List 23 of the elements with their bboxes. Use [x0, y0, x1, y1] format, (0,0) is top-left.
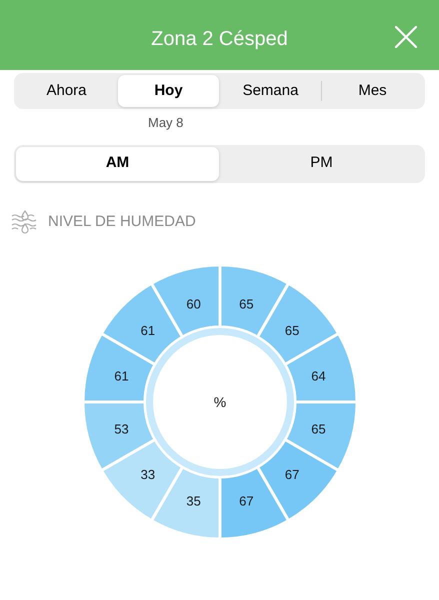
- section-title: NIVEL DE HUMEDAD: [48, 212, 196, 232]
- segment-value: 65: [311, 420, 326, 436]
- unit-label: %: [214, 394, 226, 410]
- segment-value: 67: [239, 493, 254, 508]
- segment-value: 33: [140, 466, 156, 482]
- segment-value: 61: [140, 322, 156, 338]
- segment-value: 67: [284, 466, 300, 482]
- segment-value: 53: [114, 420, 129, 436]
- segment-value: 35: [186, 493, 201, 508]
- segment-tab[interactable]: Ahora: [16, 75, 117, 107]
- segment-tab[interactable]: Mes: [322, 75, 423, 107]
- segment-value: 65: [239, 296, 254, 311]
- segment-value: 65: [284, 322, 300, 338]
- segment-value: 61: [114, 368, 129, 384]
- date-label: May 8: [148, 114, 184, 132]
- segment-tab[interactable]: Hoy: [118, 75, 219, 107]
- segment-tab[interactable]: Semana: [220, 75, 321, 107]
- segment-value: 64: [311, 368, 326, 384]
- screen-title: Zona 2 Césped: [151, 27, 288, 52]
- segment-tab[interactable]: PM: [220, 146, 423, 180]
- segment-value: 60: [186, 296, 201, 311]
- segment-tab[interactable]: AM: [16, 146, 219, 180]
- close-icon: [395, 26, 417, 48]
